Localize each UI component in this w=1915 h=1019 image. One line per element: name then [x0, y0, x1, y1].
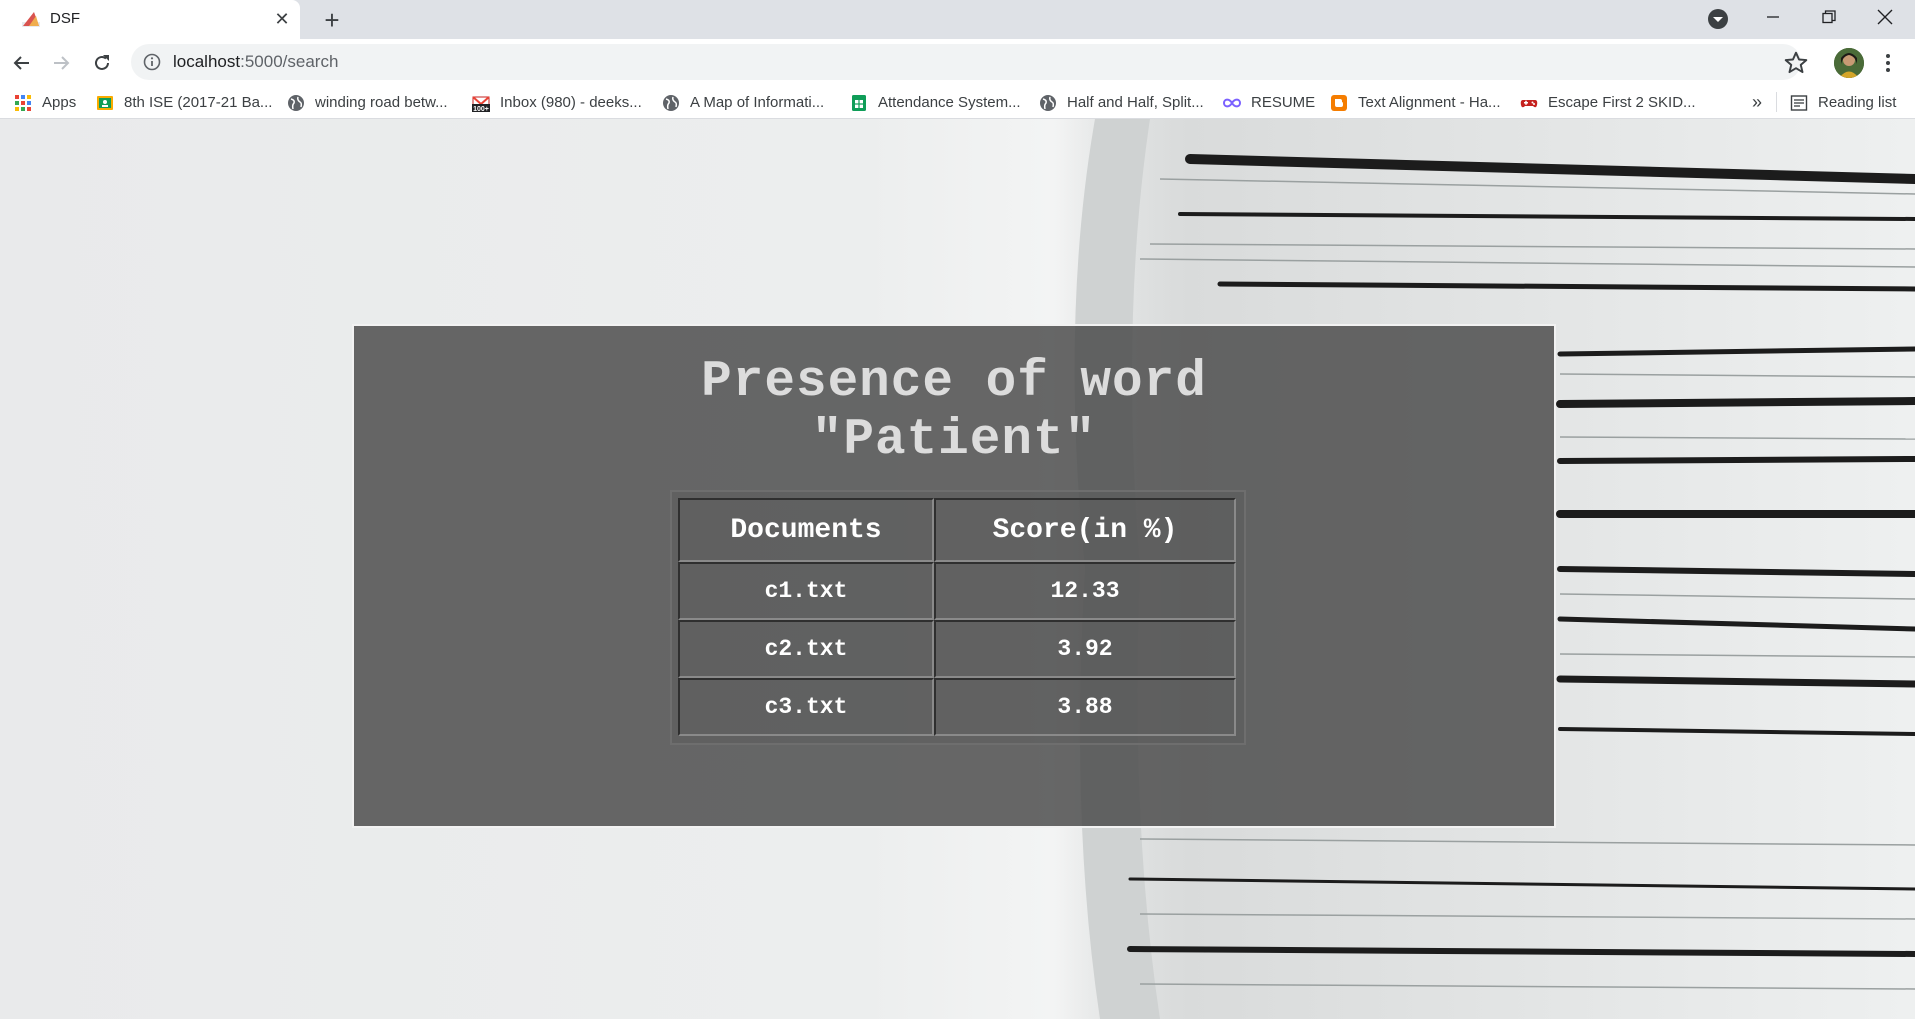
tab-title: DSF [50, 10, 80, 27]
more-bookmarks-button[interactable]: » [1752, 86, 1762, 119]
site-info-icon[interactable] [143, 53, 161, 71]
tab-search-icon[interactable] [1706, 7, 1730, 31]
document-cell: c1.txt [678, 562, 934, 620]
bookmark-label: RESUME [1251, 94, 1316, 111]
reading-list-button[interactable]: Reading list [1790, 86, 1896, 119]
apps-grid-icon [15, 94, 31, 111]
new-tab-button[interactable]: + [318, 6, 346, 34]
bookmark-label: A Map of Informati... [690, 94, 825, 111]
avatar-image [1834, 48, 1864, 78]
column-header-documents: Documents [678, 498, 934, 562]
arrow-left-icon [13, 56, 29, 70]
forward-button[interactable] [47, 49, 75, 77]
document-cell: c3.txt [678, 678, 934, 736]
restore-icon [1822, 10, 1836, 24]
document-cell: c2.txt [678, 620, 934, 678]
reload-button[interactable] [88, 49, 116, 77]
bookmark-label: Half and Half, Split... [1067, 94, 1204, 111]
table-header-row: Documents Score(in %) [678, 498, 1236, 562]
close-tab-icon[interactable]: ✕ [272, 9, 292, 29]
bookmark-label: Inbox (980) - deeks... [500, 94, 642, 111]
results-table-frame: Documents Score(in %) c1.txt 12.33 c2.tx… [670, 490, 1246, 745]
classroom-icon [97, 95, 113, 110]
table-row: c1.txt 12.33 [678, 562, 1236, 620]
bookmark-text-alignment[interactable]: Text Alignment - Ha... [1330, 86, 1501, 119]
bookmark-resume[interactable]: RESUME [1223, 86, 1315, 119]
url-host: localhost [173, 52, 241, 71]
globe-icon [1040, 94, 1056, 111]
gmail-icon: 100+ [472, 95, 490, 112]
url-path: :5000/search [240, 52, 339, 71]
globe-icon [663, 94, 679, 111]
bookmark-half-and-half[interactable]: Half and Half, Split... [1039, 86, 1204, 119]
address-bar[interactable]: localhost:5000/search [131, 44, 1801, 80]
bookmark-attendance[interactable]: Attendance System... [850, 86, 1021, 119]
minimize-window-button[interactable] [1750, 2, 1796, 32]
bookmark-label: Attendance System... [878, 94, 1021, 111]
column-header-score: Score(in %) [934, 498, 1236, 562]
url-text[interactable]: localhost:5000/search [173, 52, 338, 72]
title-line-1: Presence of word [701, 354, 1207, 411]
browser-toolbar: localhost:5000/search [0, 39, 1915, 86]
chevron-double-right-icon: » [1752, 92, 1763, 112]
browser-tab[interactable]: DSF ✕ [0, 0, 300, 39]
back-button[interactable] [8, 49, 36, 77]
bookmark-label: Apps [42, 94, 77, 111]
table-row: c3.txt 3.88 [678, 678, 1236, 736]
arrow-right-icon [54, 56, 70, 70]
close-window-button[interactable] [1862, 2, 1908, 32]
results-table: Documents Score(in %) c1.txt 12.33 c2.tx… [678, 498, 1236, 736]
bookmark-label: 8th ISE (2017-21 Ba... [124, 94, 273, 111]
blogger-icon [1331, 94, 1347, 111]
page-title: Presence of word "Patient" [354, 354, 1554, 470]
reload-icon [95, 55, 109, 70]
page-viewport: Presence of word "Patient" Documents Sco… [0, 119, 1915, 1019]
bookmark-classroom[interactable]: 8th ISE (2017-21 Ba... [96, 86, 272, 119]
minimize-icon [1767, 16, 1779, 18]
bookmark-star-icon[interactable] [1783, 50, 1809, 76]
infinity-icon [1223, 98, 1241, 107]
close-icon [1877, 9, 1893, 25]
title-line-2: "Patient" [811, 412, 1097, 469]
table-row: c2.txt 3.92 [678, 620, 1236, 678]
bookmark-label: Text Alignment - Ha... [1358, 94, 1501, 111]
score-cell: 3.88 [934, 678, 1236, 736]
bookmark-winding-road[interactable]: winding road betw... [287, 86, 448, 119]
reading-list-label: Reading list [1818, 94, 1897, 111]
restore-window-button[interactable] [1806, 2, 1852, 32]
site-favicon-icon [22, 12, 40, 27]
more-vertical-icon[interactable] [1878, 50, 1898, 76]
globe-icon [288, 94, 304, 111]
score-cell: 12.33 [934, 562, 1236, 620]
bookmarks-bar: Apps 8th ISE (2017-21 Ba... winding road… [0, 86, 1915, 119]
bookmark-inbox[interactable]: 100+ Inbox (980) - deeks... [472, 86, 642, 119]
results-panel: Presence of word "Patient" Documents Sco… [352, 324, 1556, 828]
bookmark-escape-first[interactable]: Escape First 2 SKID... [1520, 86, 1696, 119]
reading-list-icon [1790, 94, 1808, 111]
svg-text:100+: 100+ [473, 106, 489, 112]
tab-strip: DSF ✕ + [0, 0, 1915, 39]
bookmark-label: Escape First 2 SKID... [1548, 94, 1696, 111]
profile-avatar[interactable] [1834, 48, 1864, 78]
gamepad-icon [1520, 99, 1538, 107]
bookmark-label: winding road betw... [315, 94, 448, 111]
bookmark-apps[interactable]: Apps [14, 86, 76, 119]
bookmarks-divider [1776, 92, 1777, 112]
bookmark-map-information[interactable]: A Map of Informati... [662, 86, 824, 119]
score-cell: 3.92 [934, 620, 1236, 678]
sheets-icon [852, 94, 866, 111]
